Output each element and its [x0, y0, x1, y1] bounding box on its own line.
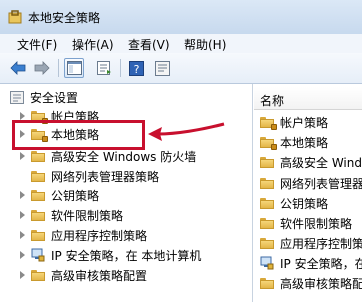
tree-root[interactable]: 安全设置 [10, 88, 78, 106]
expand-arrow-icon[interactable] [20, 271, 25, 279]
toolbar: ? [0, 53, 362, 84]
tree-item-label: 网络列表管理器策略 [51, 169, 160, 184]
forward-icon [34, 61, 50, 75]
folder-lock-icon [260, 136, 277, 150]
tree-item-advanced-audit[interactable]: 高级审核策略配置 [20, 266, 147, 284]
list-item-label: 高级安全 Wind [280, 155, 362, 170]
list-item[interactable]: 软件限制策略 [260, 214, 352, 232]
tree-item-label: IP 安全策略，在 本地计算机 [51, 248, 202, 263]
red-arrow-icon [148, 122, 225, 141]
toolbar-separator [120, 59, 121, 77]
folder-icon [31, 150, 45, 162]
folder-icon [31, 170, 45, 182]
list-item-label: 帐户策略 [280, 115, 329, 130]
list-item[interactable]: 高级审核策略配 [260, 274, 362, 292]
list-item-label: 软件限制策略 [280, 216, 353, 231]
forward-button[interactable] [32, 58, 52, 78]
expand-arrow-icon[interactable] [20, 152, 25, 160]
window-title: 本地安全策略 [28, 11, 101, 25]
tree-item-label: 软件限制策略 [51, 208, 124, 223]
folder-lock-icon [260, 116, 277, 130]
security-settings-icon [10, 90, 24, 104]
list-pane: 名称 帐户策略 本地策略 高级安全 Wind 网络列表管理器 公钥策略 软件限制… [254, 84, 362, 302]
list-item[interactable]: IP 安全策略，在 [260, 254, 362, 272]
help-icon: ? [128, 60, 144, 76]
list-item[interactable]: 应用程序控制策 [260, 234, 362, 252]
folder-icon [260, 237, 274, 249]
title-bar: 本地安全策略 [0, 0, 362, 35]
tree-item-software-restriction[interactable]: 软件限制策略 [20, 206, 123, 224]
folder-icon [260, 197, 274, 209]
tree-item-public-key[interactable]: 公钥策略 [20, 186, 99, 204]
column-header-label: 名称 [260, 94, 285, 108]
back-icon [10, 61, 26, 75]
tree-item-label: 公钥策略 [51, 188, 100, 203]
list-item-label: 网络列表管理器 [280, 176, 362, 191]
folder-icon [31, 209, 45, 221]
expand-arrow-icon[interactable] [20, 231, 25, 239]
highlight-box [12, 120, 145, 150]
menu-action[interactable]: 操作(A) [72, 36, 114, 53]
tree-root-label: 安全设置 [30, 90, 79, 105]
expand-arrow-icon[interactable] [20, 191, 25, 199]
tree-item-app-control[interactable]: 应用程序控制策略 [20, 226, 147, 244]
folder-icon [260, 177, 274, 189]
folder-icon [31, 229, 45, 241]
ip-security-icon [260, 256, 274, 270]
list-item-label: 本地策略 [280, 135, 329, 150]
list-item[interactable]: 网络列表管理器 [260, 174, 362, 192]
ip-security-icon [31, 248, 45, 262]
column-header-name[interactable]: 名称 [254, 87, 362, 110]
list-item[interactable]: 公钥策略 [260, 194, 328, 212]
menu-view[interactable]: 查看(V) [128, 36, 170, 53]
tree-item-label: 应用程序控制策略 [51, 228, 148, 243]
folder-icon [260, 217, 274, 229]
tree-item-label: 高级审核策略配置 [51, 268, 148, 283]
expand-arrow-icon[interactable] [20, 211, 25, 219]
show-hide-tree-button[interactable] [64, 58, 84, 78]
tree-item-network-list[interactable]: 网络列表管理器策略 [20, 167, 159, 185]
tree-pane: 安全设置 帐户策略 本地策略 高级安全 Windows 防火墙 网络列表管理器策… [0, 84, 253, 302]
menu-file[interactable]: 文件(F) [17, 36, 57, 53]
list-item-label: 高级审核策略配 [280, 276, 362, 291]
menu-help[interactable]: 帮助(H) [184, 36, 226, 53]
tree-item-label: 高级安全 Windows 防火墙 [51, 149, 197, 164]
show-hide-tree-icon [66, 61, 82, 75]
expand-arrow-icon[interactable] [20, 112, 25, 120]
back-button[interactable] [8, 58, 28, 78]
folder-icon [260, 277, 274, 289]
expand-arrow-icon[interactable] [20, 251, 25, 259]
help-button[interactable]: ? [126, 58, 146, 78]
list-item[interactable]: 帐户策略 [260, 113, 328, 131]
toolbar-separator [58, 59, 59, 77]
export-list-icon [96, 61, 111, 75]
folder-icon [31, 189, 45, 201]
menu-bar: 文件(F) 操作(A) 查看(V) 帮助(H) [0, 34, 362, 54]
list-item-label: IP 安全策略，在 [280, 256, 362, 271]
properties-button[interactable] [152, 58, 172, 78]
export-list-button[interactable] [94, 58, 114, 78]
list-item[interactable]: 本地策略 [260, 133, 328, 151]
list-item-label: 应用程序控制策 [280, 236, 362, 251]
folder-icon [260, 156, 274, 168]
local-security-policy-icon [8, 10, 22, 24]
folder-icon [31, 269, 45, 281]
properties-icon [154, 60, 170, 76]
tree-item-ip-security[interactable]: IP 安全策略，在 本地计算机 [20, 246, 201, 264]
list-item[interactable]: 高级安全 Wind [260, 153, 362, 171]
svg-text:?: ? [133, 63, 139, 76]
list-item-label: 公钥策略 [280, 196, 329, 211]
